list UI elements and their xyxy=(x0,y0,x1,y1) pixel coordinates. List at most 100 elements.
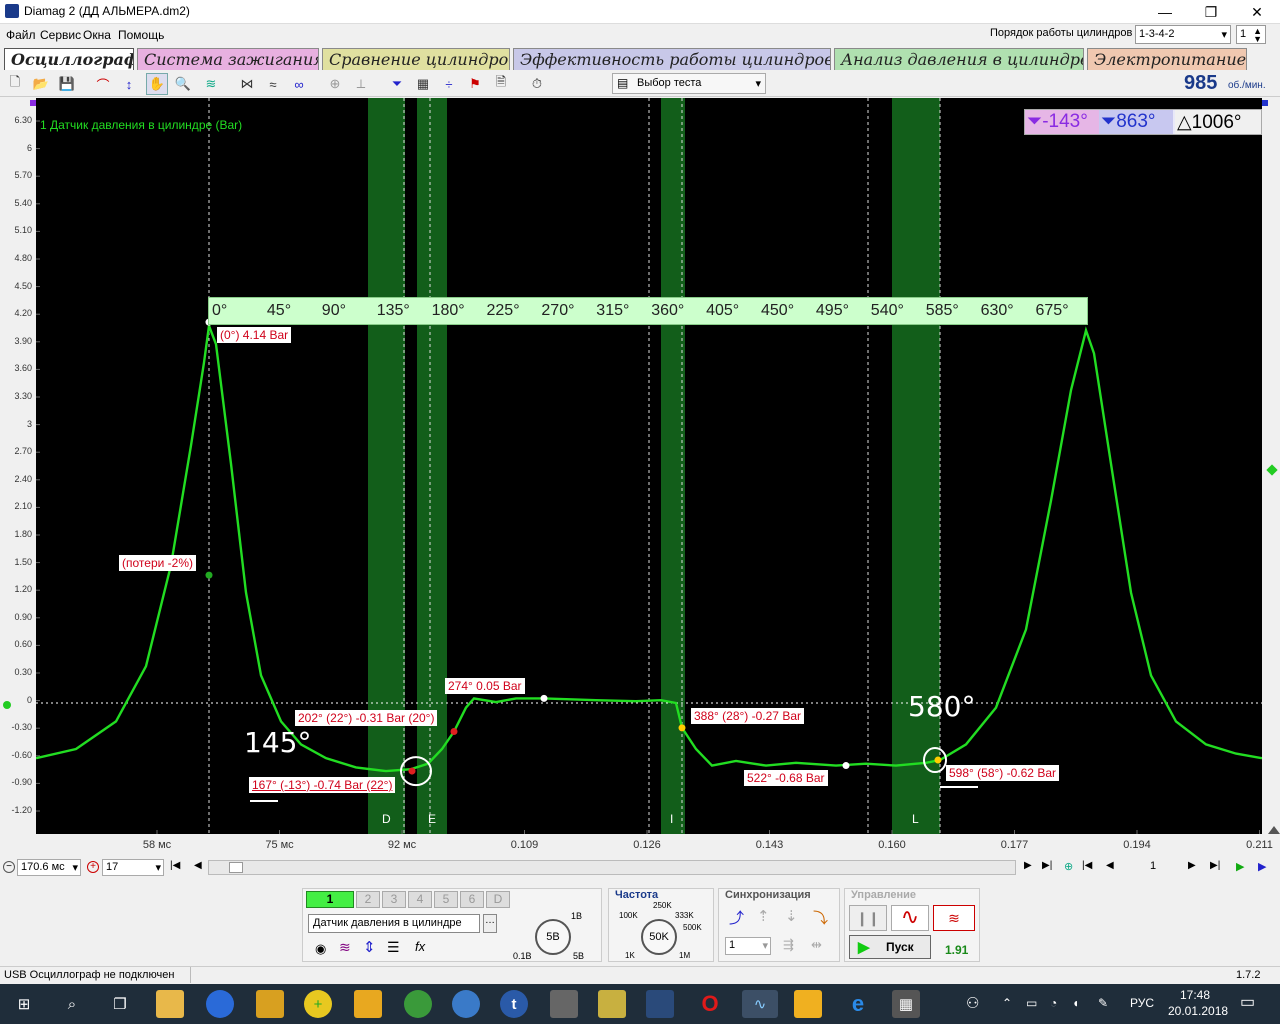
sync-up-icon[interactable]: ⇡ xyxy=(757,907,770,925)
timebase-select[interactable]: 170.6 мс ▾ xyxy=(17,859,81,876)
vertical-cursor-icon[interactable]: ↕ xyxy=(118,73,140,95)
visibility-eye-icon[interactable]: ◉ xyxy=(315,941,326,957)
auto-scale-icon[interactable]: ≋ xyxy=(200,73,222,95)
pen-icon[interactable]: ✎ xyxy=(1098,996,1108,1010)
play-forward-icon[interactable]: ▶ xyxy=(1258,860,1266,873)
clock-date[interactable]: 20.01.2018 xyxy=(1168,1004,1228,1018)
zoom-in-icon[interactable]: + xyxy=(87,861,99,873)
people-icon[interactable]: ⚇ xyxy=(966,994,979,1012)
clock-time[interactable]: 17:48 xyxy=(1180,988,1210,1002)
filter-wave-icon[interactable]: ≋ xyxy=(339,939,351,956)
menu-file[interactable]: Файл xyxy=(6,28,36,42)
notifications-icon[interactable]: ▭ xyxy=(1240,992,1255,1012)
trace-marker[interactable] xyxy=(540,694,548,702)
tab-oscilloscope[interactable]: Осциллограф xyxy=(4,48,134,70)
auto-timer-icon[interactable]: ⏱ xyxy=(526,73,548,95)
volume-icon[interactable]: ◖ xyxy=(1072,996,1079,1010)
channel-tab-1[interactable]: 1 xyxy=(306,891,354,908)
compress-icon[interactable]: ⋈ xyxy=(236,73,258,95)
zoom-out-icon[interactable]: − xyxy=(3,861,15,873)
trace-marker[interactable] xyxy=(450,728,458,736)
channel-tab-4[interactable]: 4 xyxy=(408,891,432,908)
channel-tab-6[interactable]: 6 xyxy=(460,891,484,908)
sine-mode-button[interactable]: ∿ xyxy=(891,905,929,931)
search-icon[interactable]: ⌕ xyxy=(58,990,86,1018)
noise-mode-button[interactable]: ≋ xyxy=(933,905,975,931)
app-camera-icon[interactable] xyxy=(794,990,822,1018)
task-view-icon[interactable]: ❐ xyxy=(106,990,134,1018)
tab-power-supply[interactable]: Электропитание xyxy=(1087,48,1247,70)
trace-marker[interactable] xyxy=(408,767,416,775)
app-globe-icon[interactable] xyxy=(206,990,234,1018)
tab-ignition[interactable]: Система зажигания xyxy=(137,48,319,70)
invert-icon[interactable]: ⇕ xyxy=(363,938,376,956)
sync-channel-select[interactable]: 1 ▾ xyxy=(725,937,771,955)
app-green-icon[interactable] xyxy=(404,990,432,1018)
trace-marker[interactable] xyxy=(934,756,942,764)
new-file-icon[interactable]: 🗋 xyxy=(4,73,26,95)
save-icon[interactable]: 💾 xyxy=(56,73,78,95)
trigger-position-marker[interactable] xyxy=(1268,826,1280,834)
diamag-active-icon[interactable]: ∿ xyxy=(742,990,778,1018)
scroll-start-icon[interactable]: |◀ xyxy=(170,860,180,871)
voltage-knob[interactable]: 5В xyxy=(535,919,571,955)
horizontal-scrollbar[interactable] xyxy=(208,860,1016,875)
file-explorer-icon[interactable] xyxy=(156,990,184,1018)
zoom-select[interactable]: 17 ▾ xyxy=(102,859,164,876)
channel-zero-marker[interactable] xyxy=(3,701,11,709)
app-car-icon[interactable] xyxy=(452,990,480,1018)
center-icon[interactable]: ⊕ xyxy=(1064,860,1073,873)
cylinder-order-select[interactable]: 1-3-4-2 ▾ xyxy=(1135,25,1231,44)
sync-compress-icon[interactable]: ⇹ xyxy=(811,937,822,953)
calculator-icon[interactable]: ▦ xyxy=(892,990,920,1018)
menu-help[interactable]: Помощь xyxy=(118,28,164,42)
start-button[interactable]: ▶ Пуск xyxy=(849,935,931,959)
function-fx-icon[interactable]: fx xyxy=(415,939,425,954)
lines-icon[interactable]: ☰ xyxy=(387,939,400,956)
trigger-level-marker[interactable] xyxy=(1266,464,1278,476)
open-folder-icon[interactable]: 📂 xyxy=(30,73,52,95)
scroll-end-icon[interactable]: ▶| xyxy=(1042,860,1052,871)
channel-tab-2[interactable]: 2 xyxy=(356,891,380,908)
close-button[interactable]: ✕ xyxy=(1234,0,1280,24)
grid-icon[interactable]: ▦ xyxy=(412,73,434,95)
page-last-icon[interactable]: ▶| xyxy=(1210,860,1220,871)
app-tool2-icon[interactable] xyxy=(598,990,626,1018)
scroll-right-icon[interactable]: ▶ xyxy=(1024,860,1032,871)
app-tool-icon[interactable] xyxy=(256,990,284,1018)
app-scope-icon[interactable] xyxy=(646,990,674,1018)
sensor-field[interactable]: Датчик давления в цилиндре xyxy=(308,914,480,933)
trace-marker[interactable] xyxy=(842,762,850,770)
language-indicator[interactable]: РУС xyxy=(1130,996,1154,1010)
scroll-left-icon[interactable]: ◀ xyxy=(194,860,202,871)
app-engine-icon[interactable] xyxy=(354,990,382,1018)
minimize-button[interactable]: — xyxy=(1142,0,1188,24)
document-icon[interactable]: 🗎 xyxy=(490,73,512,95)
menu-windows[interactable]: Окна xyxy=(83,28,111,42)
sensor-browse-button[interactable]: … xyxy=(483,914,497,933)
tab-cylinder-efficiency[interactable]: Эффективность работы цилиндров xyxy=(513,48,831,70)
menu-service[interactable]: Сервис xyxy=(40,28,81,42)
opera-icon[interactable]: O xyxy=(696,990,724,1018)
divide-icon[interactable]: ÷ xyxy=(438,73,460,95)
test-select[interactable]: ▤ Выбор теста ▾ xyxy=(612,73,766,94)
flag-icon[interactable]: ⚑ xyxy=(464,73,486,95)
edge-icon[interactable]: e xyxy=(844,990,872,1018)
tray-arrow-icon[interactable]: ⌃ xyxy=(1002,996,1012,1010)
network-icon[interactable]: ◔ xyxy=(1050,996,1057,1010)
tab-pressure-analysis[interactable]: Анализ давления в цилиндре xyxy=(834,48,1084,70)
maximize-button[interactable]: ❐ xyxy=(1188,0,1234,24)
filter-icon[interactable]: ≈ xyxy=(262,73,284,95)
measure-cursor-icon[interactable]: ⌒ xyxy=(92,73,114,95)
hand-pan-icon[interactable]: ✋ xyxy=(146,73,168,95)
marker-filter-icon[interactable]: ⏷ xyxy=(386,73,408,95)
windows-start-icon[interactable]: ⊞ xyxy=(10,990,38,1018)
play-pages-icon[interactable]: ▶ xyxy=(1236,860,1244,873)
cylinder-number-spinner[interactable]: 1 ▲ ▼ xyxy=(1236,25,1266,44)
page-next-icon[interactable]: ▶ xyxy=(1188,860,1196,871)
trace-marker[interactable] xyxy=(678,724,686,732)
plot-canvas[interactable]: 1 Датчик давления в цилиндре (Bar) ⏷-143… xyxy=(36,98,1262,834)
zero-icon[interactable]: ⟂ xyxy=(350,73,372,95)
page-prev-icon[interactable]: ◀ xyxy=(1106,860,1114,871)
auto-sync-icon[interactable]: ⊕ xyxy=(324,73,346,95)
